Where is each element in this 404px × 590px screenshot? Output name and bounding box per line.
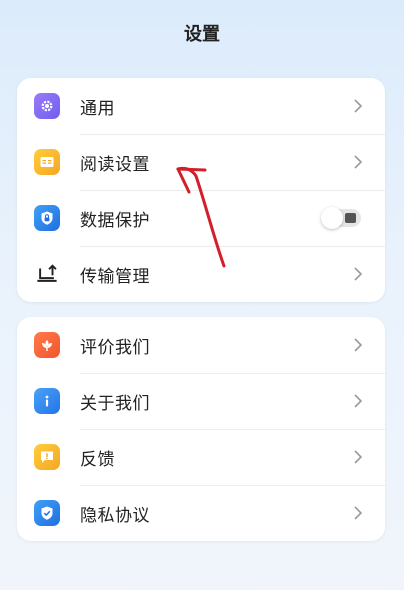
feedback-icon: [34, 444, 60, 470]
row-reading-settings[interactable]: 阅读设置: [17, 134, 385, 190]
row-feedback[interactable]: 反馈: [17, 429, 385, 485]
row-rate-us[interactable]: 评价我们: [17, 317, 385, 373]
chevron-right-icon: [354, 394, 363, 408]
chevron-right-icon: [354, 267, 363, 281]
row-feedback-label: 反馈: [80, 449, 115, 470]
chevron-right-icon: [354, 155, 363, 169]
row-general-label: 通用: [80, 98, 115, 119]
chevron-right-icon: [354, 99, 363, 113]
settings-group-about: 评价我们 关于我们 反馈 隐私协议: [17, 317, 385, 541]
row-transfer-management-label: 传输管理: [80, 266, 150, 287]
shield-check-icon: [34, 500, 60, 526]
row-general[interactable]: 通用: [17, 78, 385, 134]
data-protection-toggle[interactable]: [321, 207, 361, 229]
chevron-right-icon: [354, 450, 363, 464]
gear-icon: [34, 93, 60, 119]
settings-group-general: 通用 阅读设置 数据保护 传输管理: [17, 78, 385, 302]
toggle-indicator-icon: [345, 213, 356, 223]
row-about-us-label: 关于我们: [80, 393, 150, 414]
divider: [80, 373, 385, 374]
divider: [80, 134, 385, 135]
page-title: 设置: [184, 24, 220, 45]
row-reading-settings-label: 阅读设置: [80, 154, 150, 175]
divider: [80, 190, 385, 191]
divider: [80, 246, 385, 247]
divider: [80, 485, 385, 486]
row-privacy-policy[interactable]: 隐私协议: [17, 485, 385, 541]
divider: [80, 429, 385, 430]
row-data-protection: 数据保护: [17, 190, 385, 246]
chevron-right-icon: [354, 338, 363, 352]
book-icon: [34, 149, 60, 175]
lock-shield-icon: [34, 205, 60, 231]
toggle-knob: [321, 207, 343, 229]
info-icon: [34, 388, 60, 414]
laptop-upload-icon: [34, 261, 60, 287]
row-data-protection-label: 数据保护: [80, 210, 150, 231]
chevron-right-icon: [354, 506, 363, 520]
row-privacy-policy-label: 隐私协议: [80, 505, 150, 526]
row-rate-us-label: 评价我们: [80, 337, 150, 358]
row-transfer-management[interactable]: 传输管理: [17, 246, 385, 302]
flower-icon: [34, 332, 60, 358]
row-about-us[interactable]: 关于我们: [17, 373, 385, 429]
